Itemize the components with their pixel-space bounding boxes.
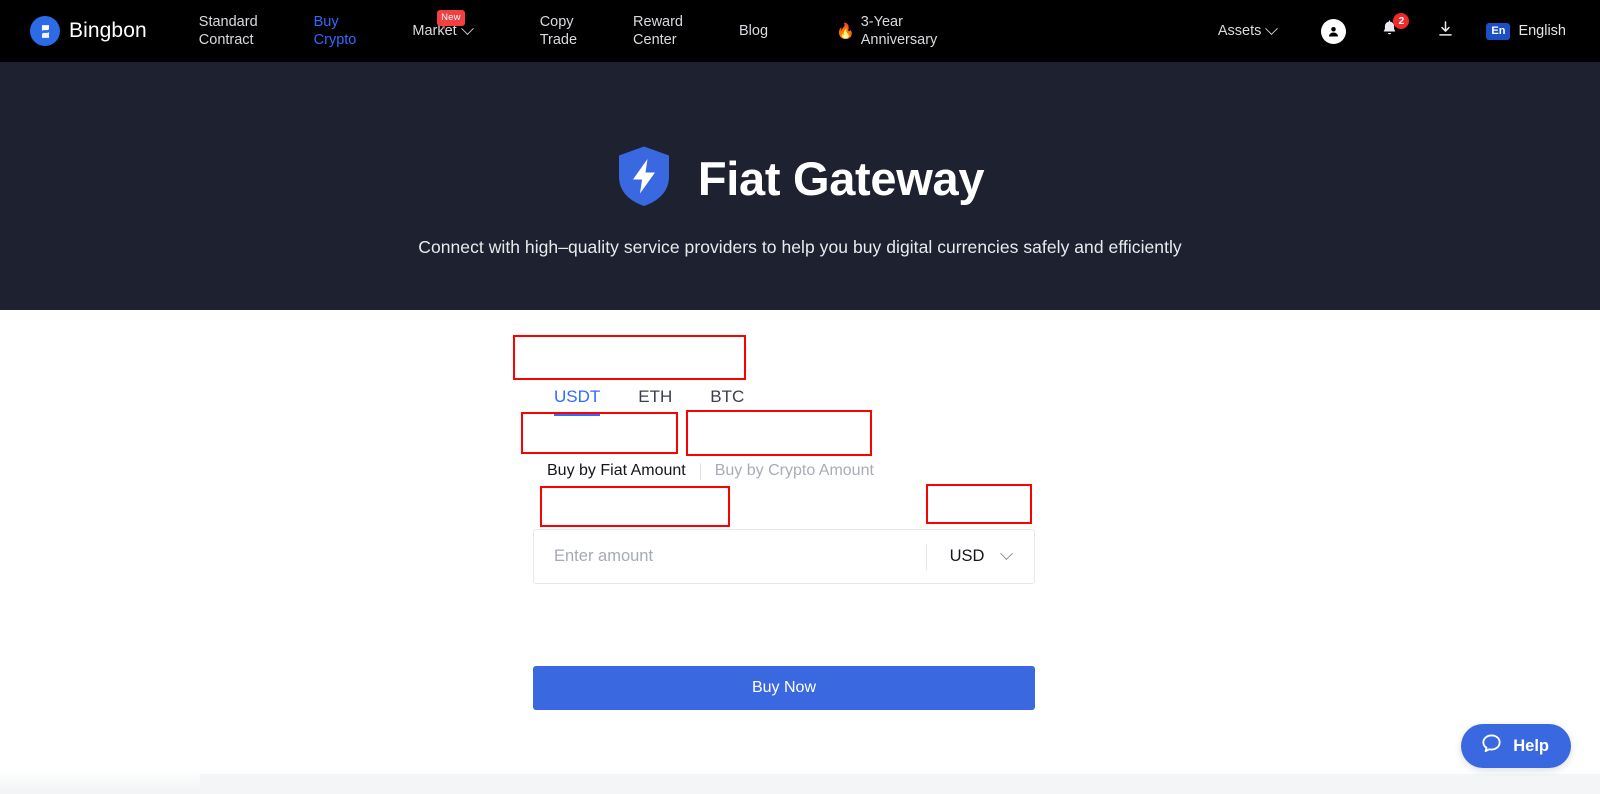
brand-name: Bingbon <box>69 19 147 42</box>
fire-icon: 🔥 <box>836 22 855 40</box>
annotation-box-coin-tabs <box>513 335 746 380</box>
nav-item-label: Standard Contract <box>198 14 258 48</box>
nav-item-copy-trade[interactable]: Copy Trade <box>540 13 577 49</box>
nav-item-label: Reward Center <box>633 14 683 48</box>
nav-item-market[interactable]: Market New <box>412 10 474 40</box>
user-avatar-icon <box>1320 18 1346 44</box>
download-button[interactable] <box>1430 16 1460 46</box>
currency-select[interactable]: USD <box>927 530 1034 583</box>
language-chip: En <box>1486 22 1511 40</box>
new-badge: New <box>437 10 465 28</box>
nav-item-label: Copy Trade <box>539 14 578 48</box>
currency-value: USD <box>949 547 985 565</box>
mode-buy-by-crypto-amount[interactable]: Buy by Crypto Amount <box>701 460 888 482</box>
nav-item-label: 3-Year Anniversary <box>860 14 938 48</box>
nav-right-group: Assets 2 En English <box>1217 13 1574 46</box>
amount-input[interactable] <box>534 530 926 583</box>
notification-count-badge: 2 <box>1393 13 1410 29</box>
tab-usdt[interactable]: USDT <box>554 387 601 416</box>
bingbon-logo-icon <box>30 16 60 46</box>
language-name: English <box>1518 23 1566 39</box>
account-button[interactable] <box>1318 16 1348 46</box>
buy-now-button[interactable]: Buy Now <box>533 666 1035 710</box>
tab-btc[interactable]: BTC <box>710 387 744 416</box>
mode-label: Buy by Fiat Amount <box>547 462 686 479</box>
tab-label: ETH <box>638 387 673 406</box>
nav-item-blog[interactable]: Blog <box>739 22 768 40</box>
coin-tabs: USDT ETH BTC <box>533 382 1035 416</box>
hero-banner: Fiat Gateway Connect with high–quality s… <box>0 62 1600 310</box>
top-navbar: Bingbon Standard Contract Buy Crypto Mar… <box>0 0 1600 62</box>
hero-title-row: Fiat Gateway <box>616 145 984 212</box>
page-title: Fiat Gateway <box>697 152 985 205</box>
buy-now-label: Buy Now <box>751 679 817 696</box>
nav-item-label: Buy Crypto <box>313 14 357 48</box>
tab-label: BTC <box>710 387 745 406</box>
mode-buy-by-fiat-amount[interactable]: Buy by Fiat Amount <box>533 460 700 482</box>
download-icon <box>1436 19 1455 44</box>
main-content: USDT ETH BTC Buy by Fiat Amount Buy by C… <box>0 310 1600 794</box>
nav-item-buy-crypto[interactable]: Buy Crypto <box>314 13 357 49</box>
nav-item-reward-center[interactable]: Reward Center <box>633 13 683 49</box>
fiat-gateway-panel: USDT ETH BTC Buy by Fiat Amount Buy by C… <box>533 382 1035 710</box>
chevron-down-icon <box>1265 21 1279 35</box>
nav-item-anniversary[interactable]: 🔥 3-Year Anniversary <box>836 13 937 49</box>
nav-item-label: Blog <box>739 23 769 39</box>
hero-subtitle: Connect with high–quality service provid… <box>418 237 1182 257</box>
amount-input-row: USD <box>533 529 1035 584</box>
mode-label: Buy by Crypto Amount <box>714 462 874 479</box>
tab-label: USDT <box>554 387 601 406</box>
nav-links: Standard Contract Buy Crypto Market New … <box>199 10 994 49</box>
help-label: Help <box>1513 736 1549 755</box>
page-footer-band <box>0 770 1600 794</box>
chevron-down-icon <box>1000 547 1014 561</box>
shield-lightning-icon <box>616 145 672 212</box>
language-selector[interactable]: En English <box>1486 22 1574 40</box>
purchase-mode-toggle: Buy by Fiat Amount Buy by Crypto Amount <box>533 460 1035 482</box>
nav-item-label: Assets <box>1217 23 1262 39</box>
notifications-button[interactable]: 2 <box>1374 13 1410 46</box>
chat-bubble-icon <box>1480 732 1503 760</box>
nav-item-standard-contract[interactable]: Standard Contract <box>199 13 258 49</box>
tab-eth[interactable]: ETH <box>638 387 672 416</box>
brand-logo[interactable]: Bingbon <box>30 16 147 46</box>
nav-item-assets[interactable]: Assets <box>1217 21 1279 40</box>
help-button[interactable]: Help <box>1461 724 1571 768</box>
